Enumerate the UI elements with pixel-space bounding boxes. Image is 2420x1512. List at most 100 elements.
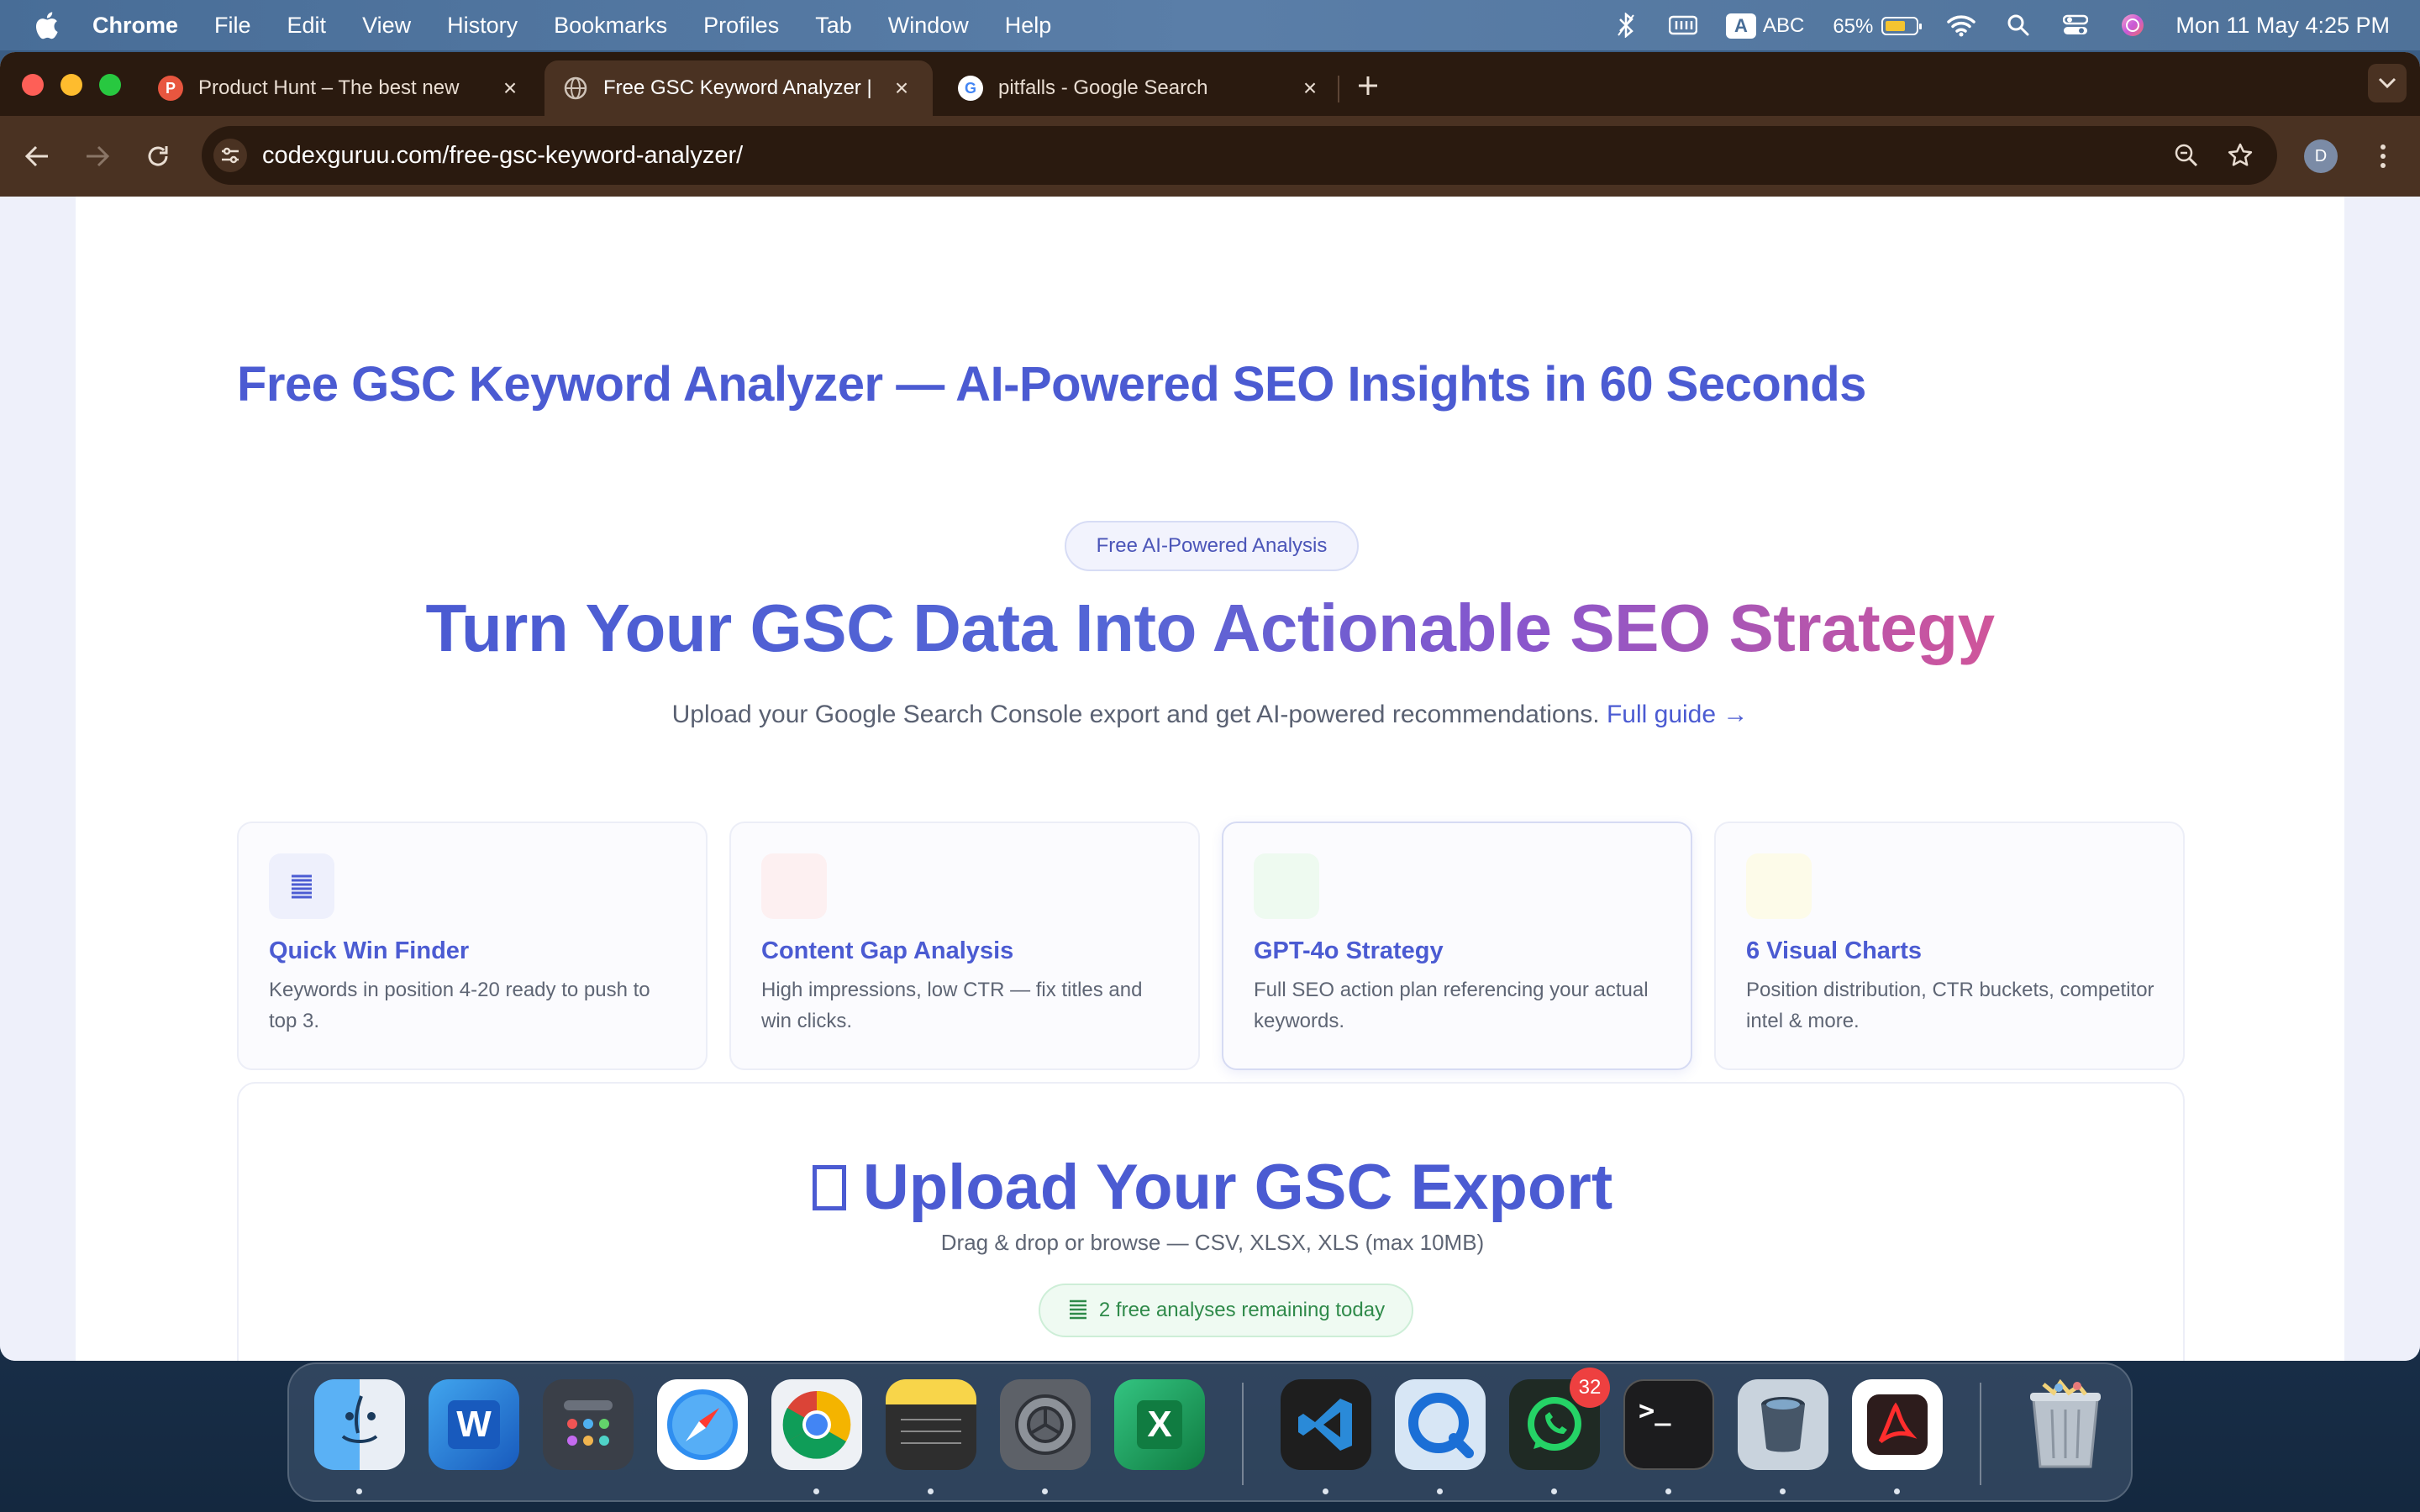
microsoft-word-icon[interactable]: W bbox=[429, 1379, 519, 1470]
free-analysis-badge: Free AI-Powered Analysis bbox=[1065, 521, 1359, 571]
menu-window[interactable]: Window bbox=[888, 13, 969, 39]
feature-description: Full SEO action plan referencing your ac… bbox=[1254, 979, 1649, 1032]
close-tab-icon[interactable]: × bbox=[497, 75, 523, 102]
globe-icon bbox=[563, 76, 588, 101]
reload-button[interactable] bbox=[139, 138, 176, 175]
page-content: Free GSC Keyword Analyzer — AI-Powered S… bbox=[76, 197, 2344, 1361]
vscode-icon[interactable] bbox=[1281, 1379, 1371, 1470]
chevron-down-icon bbox=[2378, 77, 2396, 89]
tab-google-search[interactable]: G pitfalls - Google Search × bbox=[939, 60, 1341, 116]
siri-icon[interactable] bbox=[2118, 13, 2147, 38]
running-indicator bbox=[356, 1488, 362, 1494]
more-vertical-icon bbox=[2381, 144, 2386, 168]
terminal-prompt: >_ bbox=[1639, 1394, 1671, 1426]
minimize-window-button[interactable] bbox=[60, 74, 82, 96]
adobe-acrobat-icon[interactable] bbox=[1852, 1379, 1943, 1470]
close-window-button[interactable] bbox=[22, 74, 44, 96]
input-method[interactable]: A ABC bbox=[1725, 12, 1804, 39]
menu-app-name[interactable]: Chrome bbox=[92, 13, 178, 39]
site-settings-icon[interactable] bbox=[213, 139, 247, 172]
system-settings-icon[interactable] bbox=[1000, 1379, 1091, 1470]
dock: W X 32 >_ bbox=[287, 1362, 2133, 1502]
menu-file[interactable]: File bbox=[214, 13, 251, 39]
keyboard-brightness-icon[interactable] bbox=[1668, 13, 1697, 38]
feature-icon-placeholder bbox=[1254, 853, 1319, 919]
feature-title: 6 Visual Charts bbox=[1746, 937, 1923, 964]
close-tab-icon[interactable]: × bbox=[889, 75, 914, 102]
hero-subtitle: Upload your Google Search Console export… bbox=[76, 701, 2344, 729]
menu-history[interactable]: History bbox=[447, 13, 518, 39]
bookmark-star-icon[interactable] bbox=[2223, 139, 2257, 172]
arrow-right-icon bbox=[87, 145, 110, 167]
web-page: Free GSC Keyword Analyzer — AI-Powered S… bbox=[0, 197, 2420, 1361]
finder-icon[interactable] bbox=[314, 1379, 405, 1470]
preview-icon[interactable] bbox=[1738, 1379, 1828, 1470]
feature-card-visual-charts: 6 Visual Charts Position distribution, C… bbox=[1714, 822, 2185, 1070]
whatsapp-icon[interactable]: 32 bbox=[1509, 1368, 1610, 1470]
tab-search-button[interactable] bbox=[2368, 64, 2407, 102]
feature-card-gpt-strategy: GPT-4o Strategy Full SEO action plan ref… bbox=[1222, 822, 1692, 1070]
tab-separator bbox=[1338, 76, 1339, 102]
notes-icon[interactable] bbox=[886, 1379, 976, 1470]
wifi-icon[interactable] bbox=[1947, 13, 1976, 38]
battery-status[interactable]: 65% bbox=[1833, 13, 1923, 39]
google-icon: G bbox=[958, 76, 983, 101]
tab-title: pitfalls - Google Search bbox=[998, 76, 1208, 99]
menu-profiles[interactable]: Profiles bbox=[703, 13, 779, 39]
clock[interactable]: Mon 11 May 4:25 PM bbox=[2175, 13, 2390, 39]
browser-menu-button[interactable] bbox=[2365, 138, 2402, 175]
menu-bookmarks[interactable]: Bookmarks bbox=[554, 13, 667, 39]
control-center-icon[interactable] bbox=[2061, 13, 2090, 38]
profile-avatar[interactable]: D bbox=[2304, 139, 2338, 173]
tab-title: Free GSC Keyword Analyzer | bbox=[603, 76, 872, 99]
upload-title: Upload Your GSC Export bbox=[239, 1151, 2186, 1224]
tab-bar: P Product Hunt – The best new × Free GSC… bbox=[0, 52, 2420, 116]
quicktime-icon[interactable] bbox=[1395, 1379, 1486, 1470]
running-indicator bbox=[1437, 1488, 1443, 1494]
running-indicator bbox=[1780, 1488, 1786, 1494]
battery-level bbox=[1886, 21, 1906, 32]
feature-icon-placeholder bbox=[1746, 853, 1812, 919]
microsoft-excel-icon[interactable]: X bbox=[1114, 1379, 1205, 1470]
menu-edit[interactable]: Edit bbox=[287, 13, 327, 39]
dock-separator bbox=[1980, 1383, 1981, 1485]
back-button[interactable] bbox=[18, 138, 55, 175]
upload-title-text: Upload Your GSC Export bbox=[862, 1152, 1613, 1223]
excel-letter: X bbox=[1137, 1400, 1182, 1449]
feature-description: High impressions, low CTR — fix titles a… bbox=[761, 979, 1143, 1032]
forward-button[interactable] bbox=[79, 138, 116, 175]
address-bar[interactable]: codexguruu.com/free-gsc-keyword-analyzer… bbox=[202, 126, 2277, 185]
feature-title: Content Gap Analysis bbox=[761, 937, 1014, 964]
menu-tab[interactable]: Tab bbox=[815, 13, 852, 39]
plus-icon bbox=[1359, 76, 1377, 95]
apple-icon[interactable] bbox=[34, 11, 59, 39]
full-guide-link[interactable]: Full guide → bbox=[1607, 701, 1748, 728]
trash-icon[interactable] bbox=[2020, 1379, 2111, 1470]
tab-gsc-analyzer[interactable]: Free GSC Keyword Analyzer | × bbox=[544, 60, 933, 116]
terminal-icon[interactable]: >_ bbox=[1623, 1379, 1714, 1470]
launchpad-icon[interactable] bbox=[543, 1379, 634, 1470]
zoom-icon[interactable] bbox=[2170, 139, 2203, 172]
upload-section[interactable]: Upload Your GSC Export Drag & drop or br… bbox=[237, 1082, 2185, 1361]
chrome-icon[interactable] bbox=[771, 1379, 862, 1470]
menu-help[interactable]: Help bbox=[1005, 13, 1052, 39]
tab-title: Product Hunt – The best new bbox=[198, 76, 460, 99]
tab-product-hunt[interactable]: P Product Hunt – The best new × bbox=[139, 60, 541, 116]
safari-icon[interactable] bbox=[657, 1379, 748, 1470]
upload-description: Drag & drop or browse — CSV, XLSX, XLS (… bbox=[940, 1230, 1485, 1255]
browser-toolbar: codexguruu.com/free-gsc-keyword-analyzer… bbox=[0, 116, 2420, 197]
zoom-window-button[interactable] bbox=[99, 74, 121, 96]
feature-title: Quick Win Finder bbox=[269, 937, 470, 964]
url-text[interactable]: codexguruu.com/free-gsc-keyword-analyzer… bbox=[262, 142, 2170, 170]
menu-view[interactable]: View bbox=[362, 13, 411, 39]
bluetooth-icon[interactable] bbox=[1612, 13, 1640, 38]
close-tab-icon[interactable]: × bbox=[1297, 75, 1323, 102]
running-indicator bbox=[1323, 1488, 1328, 1494]
spotlight-search-icon[interactable] bbox=[2004, 13, 2033, 38]
battery-icon bbox=[1881, 17, 1923, 36]
hero-heading: Turn Your GSC Data Into Actionable SEO S… bbox=[76, 590, 2344, 667]
word-letter: W bbox=[448, 1400, 500, 1449]
hero-subtitle-text: Upload your Google Search Console export… bbox=[671, 701, 1600, 728]
new-tab-button[interactable] bbox=[1351, 69, 1385, 102]
feature-description: Position distribution, CTR buckets, comp… bbox=[1746, 979, 2154, 1032]
